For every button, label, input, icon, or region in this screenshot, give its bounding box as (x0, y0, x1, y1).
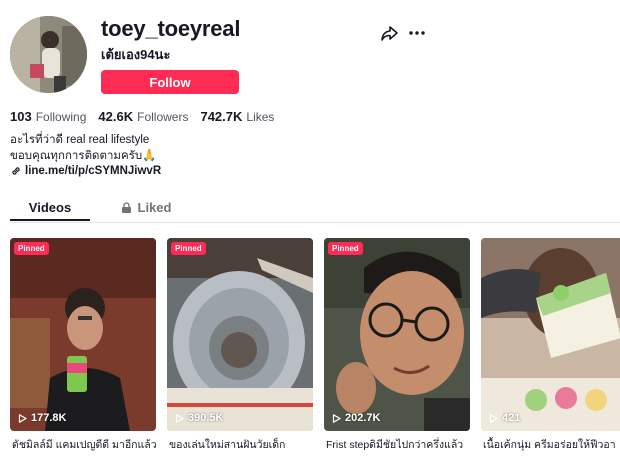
play-icon (489, 413, 498, 423)
play-icon (332, 413, 341, 423)
lock-icon (121, 201, 131, 213)
play-icon (175, 413, 184, 423)
view-count-value: 390.5K (188, 412, 224, 424)
view-count: 390.5K (175, 412, 223, 424)
video-grid: Pinned 177.8K ดัชมิลล์มี แคมเปญดีดี มาอี… (10, 238, 620, 467)
bio: อะไรที่ว่าดี real real lifestyle ขอบคุณท… (10, 132, 157, 164)
video-caption[interactable]: เนื้อเค้กนุ่ม ครีมอร่อยให้ฟีวอา (483, 436, 620, 453)
video-caption[interactable]: ของเล่นใหม่สานฝันวัยเด็ก (169, 436, 319, 453)
tab-liked[interactable]: Liked (106, 193, 186, 221)
stat-label: Following (35, 110, 87, 124)
stat-following[interactable]: 103 Following (10, 109, 86, 124)
video-caption[interactable]: ดัชมิลล์มี แคมเปญดีดี มาอีกแล้ว (12, 436, 162, 453)
video-thumbnail[interactable]: Pinned 390.5K (167, 238, 313, 431)
bio-line: อะไรที่ว่าดี real real lifestyle (10, 134, 150, 146)
view-count: 202.7K (332, 412, 380, 424)
avatar[interactable] (10, 16, 87, 93)
view-count-value: 421 (502, 412, 521, 424)
follow-button[interactable]: Follow (101, 70, 239, 94)
tab-label: Liked (137, 199, 172, 215)
more-options-icon[interactable] (407, 23, 427, 43)
pinned-badge: Pinned (328, 242, 363, 255)
bio-line: ขอบคุณทุกการติดตามครับ🙏 (10, 150, 157, 162)
play-icon (18, 413, 27, 423)
nickname: เต้ยเอง94นะ (101, 47, 171, 62)
pinned-badge: Pinned (14, 242, 49, 255)
stat-value: 742.7K (200, 109, 243, 124)
view-count: 421 (489, 412, 520, 424)
video-caption[interactable]: Frist stepดิมีชัยไปกว่าครึ่งแล้ว (326, 436, 476, 453)
view-count-value: 202.7K (345, 412, 381, 424)
link-icon (12, 167, 20, 175)
video-thumbnail[interactable]: Pinned 177.8K (10, 238, 156, 431)
pinned-badge: Pinned (171, 242, 206, 255)
stat-value: 103 (10, 109, 32, 124)
view-count: 177.8K (18, 412, 66, 424)
stat-followers[interactable]: 42.6K Followers (98, 109, 188, 124)
tab-active-indicator (10, 219, 90, 221)
share-icon[interactable] (379, 23, 399, 43)
profile-stats: 103 Following 42.6K Followers 742.7K Lik… (10, 109, 286, 124)
tab-videos[interactable]: Videos (10, 193, 90, 221)
view-count-value: 177.8K (31, 412, 67, 424)
profile-tabs: Videos Liked (10, 193, 620, 223)
bio-link-text: line.me/ti/p/cSYMNJiwvR (25, 165, 162, 177)
stat-label: Likes (246, 110, 275, 124)
video-thumbnail[interactable]: Pinned 202.7K (324, 238, 470, 431)
tab-label: Videos (28, 199, 72, 215)
stat-likes: 742.7K Likes (200, 109, 274, 124)
username: toey_toeyreal (101, 16, 241, 41)
bio-link[interactable]: line.me/ti/p/cSYMNJiwvR (10, 165, 161, 177)
stat-label: Followers (137, 110, 189, 124)
video-thumbnail[interactable]: 421 (481, 238, 620, 431)
stat-value: 42.6K (98, 109, 134, 124)
